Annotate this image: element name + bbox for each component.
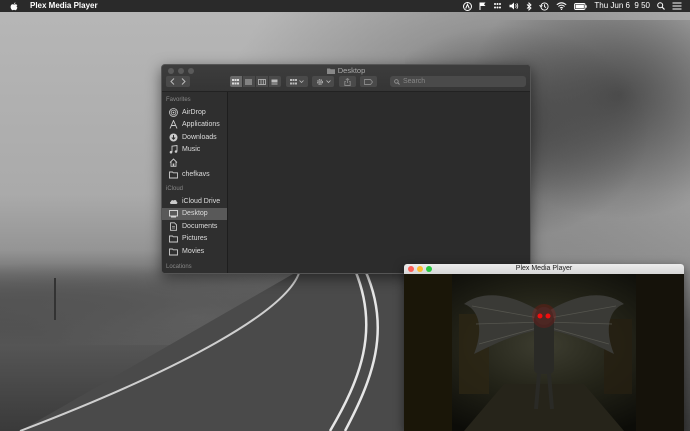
search-icon: [394, 78, 400, 85]
tag-icon: [364, 78, 373, 85]
sidebar-item-movies[interactable]: Movies: [162, 245, 227, 258]
folder-icon: [326, 68, 335, 74]
bluetooth-icon[interactable]: [526, 0, 533, 12]
sidebar-header-locations: Locations: [166, 263, 192, 270]
plex-window: Plex Media Player: [404, 264, 684, 431]
search-placeholder: Search: [403, 78, 426, 85]
search-icon[interactable]: [657, 0, 665, 12]
downloads-icon: [169, 133, 178, 142]
sidebar-item-label: Pictures: [182, 235, 208, 243]
sidebar-item-pictures[interactable]: Pictures: [162, 233, 227, 246]
documents-icon: [170, 222, 177, 231]
folder-icon: [169, 235, 178, 243]
sidebar-item-applications[interactable]: Applications: [162, 119, 227, 132]
sidebar-item-downloads[interactable]: Downloads: [162, 131, 227, 144]
sidebar-item-desktop[interactable]: Desktop: [162, 207, 227, 220]
volume-icon[interactable]: [509, 0, 519, 12]
sidebar-item-label: Applications: [182, 121, 220, 129]
group-button[interactable]: [286, 76, 308, 87]
gallery-icon: [271, 79, 278, 84]
finder-toolbar: Desktop Search: [162, 65, 530, 92]
list-view-icon: [245, 79, 252, 84]
action-button[interactable]: [312, 76, 334, 87]
forward-arrow-icon[interactable]: [181, 78, 186, 85]
video-frame-scene: [404, 274, 684, 431]
sidebar-item-music[interactable]: Music: [162, 144, 227, 157]
finder-window: Desktop Search Favorites AirDrop Applica…: [161, 64, 531, 274]
sidebar-item-disk[interactable]: [162, 273, 227, 275]
search-field[interactable]: Search: [390, 76, 526, 87]
list-view-button[interactable]: [242, 76, 255, 87]
time-machine-icon[interactable]: [539, 0, 549, 12]
window-title: Plex Media Player: [515, 265, 573, 272]
gallery-view-button[interactable]: [268, 76, 281, 87]
sidebar-item-documents[interactable]: Documents: [162, 220, 227, 233]
list-icon[interactable]: [672, 0, 682, 12]
disk-icon: [169, 273, 178, 275]
wifi-icon[interactable]: [556, 0, 567, 12]
battery-icon[interactable]: [574, 0, 588, 12]
cloud-icon: [169, 199, 178, 204]
menu-bar: Plex Media Player Thu Jun 6 9 50: [0, 0, 690, 12]
sidebar-header-icloud: iCloud: [166, 186, 184, 192]
window-title-text: Desktop: [337, 66, 366, 75]
folder-icon: [169, 171, 178, 179]
sidebar-header-favorites: Favorites: [166, 97, 191, 103]
columns-icon: [257, 78, 266, 85]
grid-icon: [232, 78, 239, 84]
group-grid-icon: [290, 78, 297, 84]
folder-icon: [169, 248, 178, 256]
view-mode-switcher: [229, 76, 281, 87]
chevron-down-icon: [299, 80, 304, 83]
file-content-area[interactable]: [228, 92, 530, 273]
sidebar-item-label: Desktop: [182, 210, 208, 218]
sidebar-item-label: Documents: [182, 222, 218, 230]
flag-icon[interactable]: [479, 0, 486, 12]
column-view-button[interactable]: [255, 76, 268, 87]
app-menu-title[interactable]: Plex Media Player: [30, 0, 98, 12]
sidebar-item-home[interactable]: [162, 156, 227, 169]
chevron-down-icon: [325, 80, 331, 83]
airdrop-icon: [169, 107, 178, 117]
sidebar-item-label: Music: [182, 146, 201, 154]
share-icon: [344, 77, 351, 86]
home-icon: [169, 158, 178, 167]
plex-titlebar: Plex Media Player: [404, 264, 684, 274]
desktop-icon: [169, 210, 178, 218]
share-button[interactable]: [339, 76, 356, 87]
apple-icon[interactable]: [8, 0, 20, 12]
sidebar-item-label: chefkavs: [182, 171, 210, 179]
clock[interactable]: Thu Jun 6 9 50: [594, 0, 650, 12]
gear-icon: [316, 78, 323, 85]
video-player[interactable]: [404, 274, 684, 431]
a-icon[interactable]: [463, 0, 473, 12]
sidebar-item-chefkavs[interactable]: chefkavs: [162, 169, 227, 182]
sidebar-item-label: AirDrop: [182, 108, 206, 116]
tag-button[interactable]: [360, 76, 377, 87]
sidebar-item-icloud-drive[interactable]: iCloud Drive: [162, 195, 227, 208]
sidebar-item-label: iCloud Drive: [182, 197, 221, 205]
window-title: Desktop: [162, 66, 530, 75]
sidebar-item-label: Downloads: [182, 133, 217, 141]
nav-buttons: [166, 76, 190, 87]
applications-icon: [169, 120, 178, 129]
back-arrow-icon[interactable]: [170, 78, 175, 85]
sidebar-item-label: Movies: [182, 247, 205, 255]
music-icon: [169, 145, 178, 154]
icon-view-button[interactable]: [229, 76, 242, 87]
dots-icon[interactable]: [493, 0, 502, 12]
sidebar-item-airdrop[interactable]: AirDrop: [162, 106, 227, 119]
finder-sidebar: Favorites AirDrop Applications Downloads…: [162, 92, 228, 273]
